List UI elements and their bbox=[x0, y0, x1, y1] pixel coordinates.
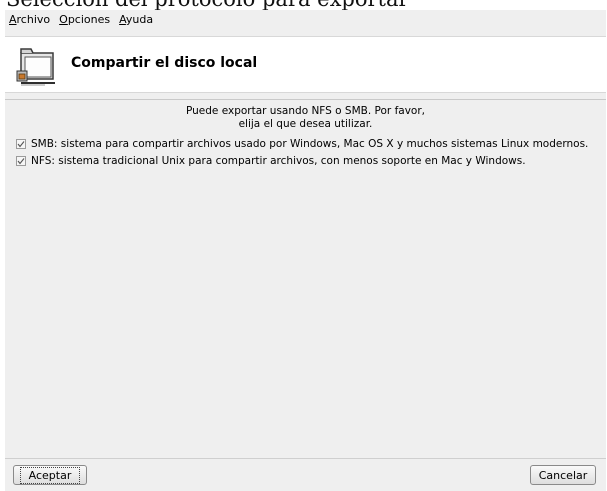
intro-line-1: Puede exportar usando NFS o SMB. Por fav… bbox=[185, 105, 425, 117]
folder-share-icon bbox=[16, 48, 55, 86]
intro-text: Puede exportar usando NFS o SMB. Por fav… bbox=[5, 105, 606, 131]
menu-bar: Archivo Opciones Ayuda bbox=[5, 10, 606, 29]
smb-label: SMB: sistema para compartir archivos usa… bbox=[31, 138, 589, 150]
accept-button[interactable]: Aceptar bbox=[13, 465, 87, 485]
smb-checkbox[interactable] bbox=[16, 139, 26, 149]
button-area-separator bbox=[5, 458, 606, 459]
menu-archivo-mnemonic: A bbox=[9, 13, 17, 26]
menu-opciones[interactable]: Opciones bbox=[55, 13, 115, 26]
menu-ayuda-label: yuda bbox=[125, 13, 154, 26]
menu-ayuda[interactable]: Ayuda bbox=[115, 13, 158, 26]
caption-text: Selección del protocolo para exportar bbox=[6, 0, 409, 10]
check-icon bbox=[17, 141, 25, 148]
header-separator bbox=[5, 99, 606, 100]
option-smb[interactable]: SMB: sistema para compartir archivos usa… bbox=[16, 137, 588, 151]
accept-button-label: Aceptar bbox=[19, 466, 81, 484]
menu-archivo-label: rchivo bbox=[16, 13, 51, 26]
cancel-button-label: Cancelar bbox=[538, 468, 588, 482]
dialog-window: Archivo Opciones Ayuda Compartir el disc… bbox=[5, 10, 606, 491]
page-title: Compartir el disco local bbox=[71, 55, 258, 71]
option-nfs[interactable]: NFS: sistema tradicional Unix para compa… bbox=[16, 154, 526, 168]
nfs-checkbox[interactable] bbox=[16, 156, 26, 166]
menu-archivo[interactable]: Archivo bbox=[5, 13, 55, 26]
document-caption: Selección del protocolo para exportar bbox=[0, 0, 607, 10]
menu-opciones-label: pciones bbox=[67, 13, 111, 26]
check-icon bbox=[17, 158, 25, 165]
nfs-label: NFS: sistema tradicional Unix para compa… bbox=[31, 155, 526, 167]
menu-ayuda-mnemonic: A bbox=[119, 13, 126, 26]
menu-opciones-mnemonic: O bbox=[59, 13, 68, 26]
dialog-header: Compartir el disco local bbox=[5, 36, 606, 93]
intro-line-2: elija el que desea utilizar. bbox=[238, 118, 373, 130]
cancel-button[interactable]: Cancelar bbox=[530, 465, 596, 485]
